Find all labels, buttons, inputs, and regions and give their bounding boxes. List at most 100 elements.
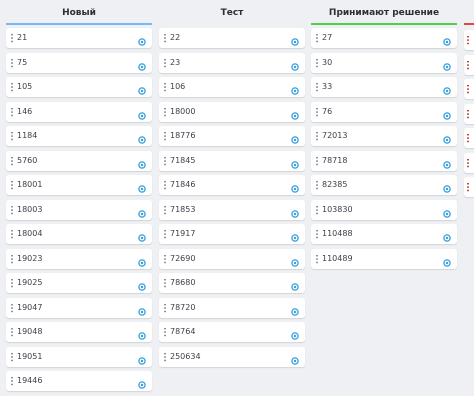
gear-icon[interactable] — [138, 301, 146, 316]
deal-card[interactable]: 18000 — [159, 101, 305, 122]
card-stub[interactable] — [464, 30, 474, 50]
gear-icon[interactable] — [443, 56, 451, 71]
deal-card[interactable]: 71845 — [159, 150, 305, 171]
drag-handle-icon[interactable] — [316, 253, 318, 264]
gear-icon[interactable] — [138, 105, 146, 120]
deal-card[interactable]: 82385 — [311, 175, 457, 195]
deal-card[interactable]: 22 — [159, 28, 305, 48]
gear-icon[interactable] — [443, 105, 451, 120]
gear-icon[interactable] — [138, 31, 146, 46]
deal-card[interactable]: 1184 — [6, 126, 152, 146]
column-header[interactable]: Тест — [159, 0, 305, 24]
deal-card[interactable]: 78718 — [311, 150, 457, 171]
drag-handle-icon[interactable] — [316, 180, 318, 190]
deal-card[interactable]: 19051 — [6, 346, 152, 367]
column-header[interactable]: Принимают решение — [311, 0, 457, 25]
drag-handle-icon[interactable] — [11, 351, 13, 362]
deal-card[interactable]: 103830 — [311, 199, 457, 220]
drag-handle-icon[interactable] — [467, 157, 469, 168]
drag-handle-icon[interactable] — [11, 155, 13, 166]
deal-card[interactable]: 30 — [311, 52, 457, 73]
drag-handle-icon[interactable] — [316, 33, 318, 43]
gear-icon[interactable] — [138, 350, 146, 365]
drag-handle-icon[interactable] — [316, 204, 318, 215]
deal-card[interactable]: 105 — [6, 77, 152, 97]
drag-handle-icon[interactable] — [316, 155, 318, 166]
drag-handle-icon[interactable] — [316, 82, 318, 92]
card-stub[interactable] — [464, 54, 474, 75]
drag-handle-icon[interactable] — [11, 131, 13, 141]
deal-card[interactable]: 18004 — [6, 224, 152, 244]
gear-icon[interactable] — [138, 276, 146, 291]
deal-card[interactable]: 106 — [159, 77, 305, 97]
drag-handle-icon[interactable] — [467, 133, 469, 143]
drag-handle-icon[interactable] — [11, 57, 13, 68]
drag-handle-icon[interactable] — [164, 278, 166, 288]
gear-icon[interactable] — [443, 154, 451, 169]
gear-icon[interactable] — [291, 31, 299, 46]
drag-handle-icon[interactable] — [11, 180, 13, 190]
drag-handle-icon[interactable] — [316, 106, 318, 117]
drag-handle-icon[interactable] — [11, 106, 13, 117]
gear-icon[interactable] — [443, 178, 451, 193]
drag-handle-icon[interactable] — [164, 82, 166, 92]
deal-card[interactable]: 78720 — [159, 297, 305, 318]
drag-handle-icon[interactable] — [11, 33, 13, 43]
drag-handle-icon[interactable] — [11, 278, 13, 288]
gear-icon[interactable] — [291, 154, 299, 169]
column-header[interactable]: Новый — [6, 0, 152, 25]
gear-icon[interactable] — [443, 227, 451, 242]
gear-icon[interactable] — [138, 374, 146, 389]
deal-card[interactable]: 250634 — [159, 346, 305, 367]
deal-card[interactable]: 19047 — [6, 297, 152, 318]
gear-icon[interactable] — [291, 227, 299, 242]
drag-handle-icon[interactable] — [164, 327, 166, 337]
drag-handle-icon[interactable] — [316, 57, 318, 68]
drag-handle-icon[interactable] — [164, 33, 166, 43]
gear-icon[interactable] — [291, 203, 299, 218]
gear-icon[interactable] — [138, 154, 146, 169]
card-stub[interactable] — [464, 177, 474, 197]
gear-icon[interactable] — [138, 80, 146, 95]
gear-icon[interactable] — [291, 301, 299, 316]
gear-icon[interactable] — [443, 80, 451, 95]
deal-card[interactable]: 5760 — [6, 150, 152, 171]
gear-icon[interactable] — [291, 325, 299, 340]
gear-icon[interactable] — [443, 31, 451, 46]
drag-handle-icon[interactable] — [316, 229, 318, 239]
gear-icon[interactable] — [138, 203, 146, 218]
gear-icon[interactable] — [291, 252, 299, 267]
drag-handle-icon[interactable] — [164, 253, 166, 264]
deal-card[interactable]: 78764 — [159, 322, 305, 342]
card-stub[interactable] — [464, 103, 474, 124]
drag-handle-icon[interactable] — [164, 229, 166, 239]
deal-card[interactable]: 146 — [6, 101, 152, 122]
deal-card[interactable]: 18001 — [6, 175, 152, 195]
deal-card[interactable]: 110488 — [311, 224, 457, 244]
drag-handle-icon[interactable] — [467, 182, 469, 192]
gear-icon[interactable] — [138, 227, 146, 242]
gear-icon[interactable] — [291, 80, 299, 95]
deal-card[interactable]: 71853 — [159, 199, 305, 220]
drag-handle-icon[interactable] — [164, 302, 166, 313]
gear-icon[interactable] — [291, 350, 299, 365]
deal-card[interactable]: 21 — [6, 28, 152, 48]
gear-icon[interactable] — [443, 129, 451, 144]
deal-card[interactable]: 19025 — [6, 273, 152, 293]
drag-handle-icon[interactable] — [164, 106, 166, 117]
deal-card[interactable]: 19023 — [6, 248, 152, 269]
drag-handle-icon[interactable] — [164, 204, 166, 215]
deal-card[interactable]: 76 — [311, 101, 457, 122]
drag-handle-icon[interactable] — [11, 302, 13, 313]
gear-icon[interactable] — [291, 129, 299, 144]
deal-card[interactable]: 18776 — [159, 126, 305, 146]
deal-card[interactable]: 23 — [159, 52, 305, 73]
card-stub[interactable] — [464, 79, 474, 99]
deal-card[interactable]: 19446 — [6, 371, 152, 391]
drag-handle-icon[interactable] — [164, 131, 166, 141]
drag-handle-icon[interactable] — [11, 327, 13, 337]
drag-handle-icon[interactable] — [164, 155, 166, 166]
gear-icon[interactable] — [443, 252, 451, 267]
drag-handle-icon[interactable] — [467, 35, 469, 45]
gear-icon[interactable] — [138, 178, 146, 193]
